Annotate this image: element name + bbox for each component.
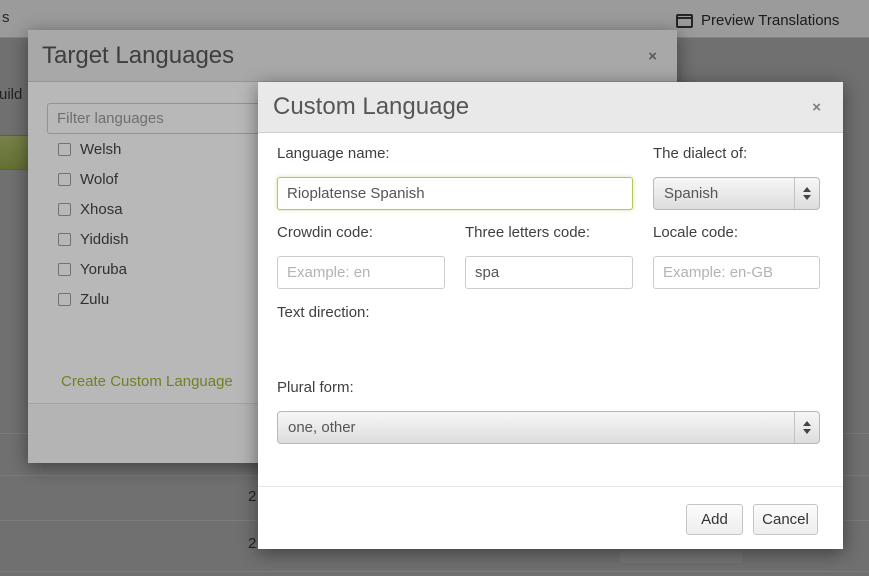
plural-form-label: Plural form: [277,379,354,396]
language-name-label: Language name: [277,145,390,162]
select-arrows-icon [794,178,819,209]
locale-code-label: Locale code: [653,224,738,241]
language-name-input[interactable] [277,177,633,210]
add-button[interactable]: Add [686,504,743,535]
crowdin-code-label: Crowdin code: [277,224,373,241]
locale-code-input[interactable] [653,256,820,289]
dialect-select[interactable]: Spanish [653,177,820,210]
custom-modal-header: Custom Language × [258,82,843,133]
crowdin-code-input[interactable] [277,256,445,289]
plural-form-selected-value: one, other [278,419,794,436]
plural-form-select[interactable]: one, other [277,411,820,444]
three-letters-code-input[interactable] [465,256,633,289]
custom-language-modal: Custom Language × Language name: The dia… [258,82,843,549]
select-arrows-icon [794,412,819,443]
screen: s Preview Translations Build 2 2 Target … [0,0,869,576]
text-direction-label: Text direction: [277,304,370,321]
dialect-label: The dialect of: [653,145,747,162]
dialect-selected-value: Spanish [654,185,794,202]
custom-modal-title: Custom Language [273,93,469,121]
three-letters-code-label: Three letters code: [465,224,590,241]
custom-modal-footer: Add Cancel [258,486,843,549]
close-icon[interactable]: × [812,100,821,115]
cancel-button[interactable]: Cancel [753,504,818,535]
